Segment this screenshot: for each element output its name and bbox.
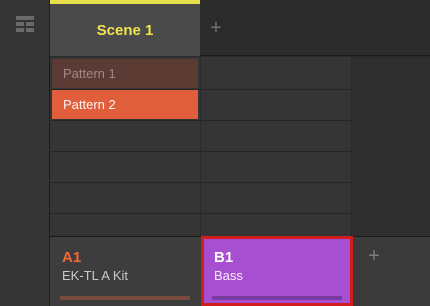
grid-view-icon[interactable] bbox=[16, 16, 34, 32]
empty-column-area bbox=[352, 57, 430, 236]
group-b1-name: Bass bbox=[214, 268, 243, 283]
left-strip bbox=[0, 0, 50, 306]
group-b-pattern-column bbox=[201, 57, 351, 236]
group-b1-id: B1 bbox=[214, 249, 234, 266]
group-a1-id: A1 bbox=[62, 249, 82, 266]
scene-tab[interactable]: Scene 1 bbox=[50, 0, 200, 56]
group-b1-color-bar bbox=[212, 296, 342, 300]
add-scene-button[interactable]: + bbox=[204, 16, 228, 40]
pattern-slot-1[interactable]: Pattern 1 bbox=[52, 59, 198, 88]
add-group-button[interactable]: + bbox=[362, 244, 386, 268]
group-a1-name: EK-TL A Kit bbox=[62, 268, 128, 283]
pattern-slot-2[interactable]: Pattern 2 bbox=[52, 90, 198, 119]
group-a1-color-bar bbox=[60, 296, 190, 300]
